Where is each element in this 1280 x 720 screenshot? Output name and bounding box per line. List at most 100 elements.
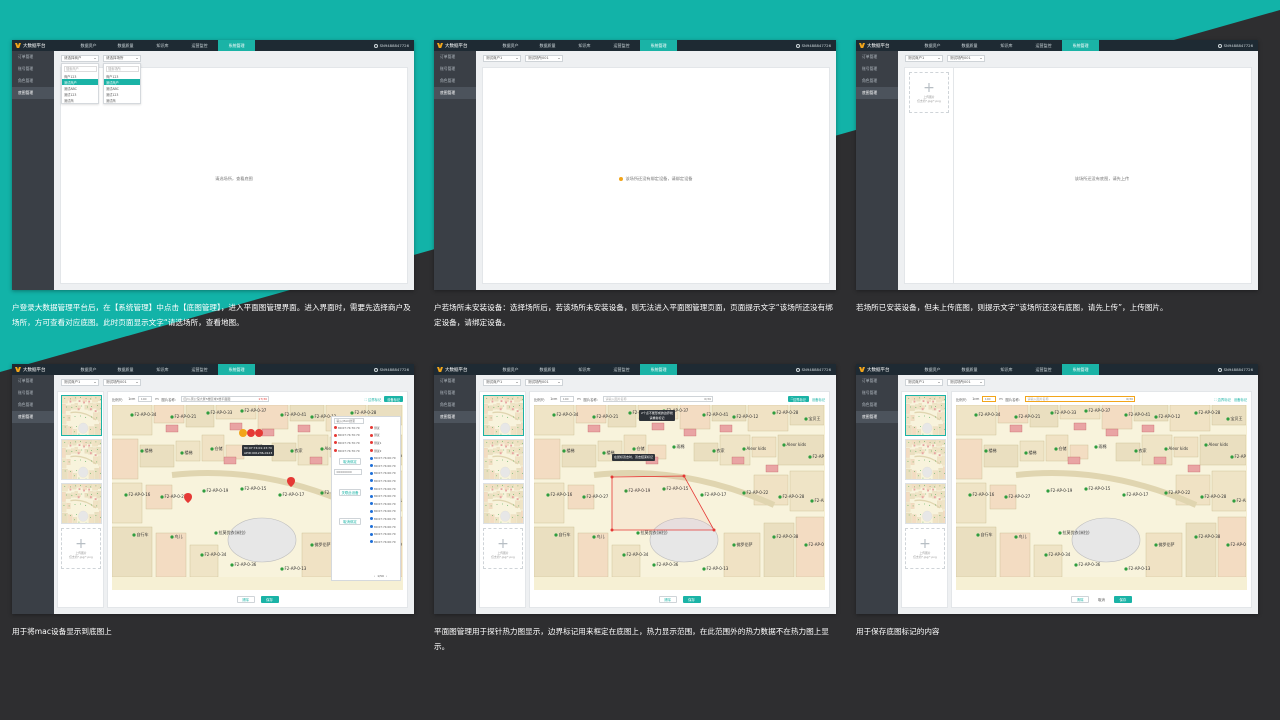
logo[interactable]: 大数据平台 [856, 364, 914, 375]
sidebar-item-accounts[interactable]: 账号管理 [434, 387, 476, 399]
list-item[interactable]: 80:07:74:00:70 [370, 454, 400, 462]
basemap-thumbnail[interactable] [483, 483, 524, 524]
venue-select[interactable]: 测试场所001 [525, 379, 563, 386]
list-item[interactable]: 80:07:74:70:70 [334, 439, 364, 447]
sidebar-item-basemap[interactable]: 底图管理 [434, 87, 476, 99]
nav-data-assets[interactable]: 数据资产 [914, 364, 951, 375]
sidebar-item-accounts[interactable]: 账号管理 [856, 63, 898, 75]
heat-boundary-polygon[interactable] [534, 405, 824, 577]
bind-device-button[interactable]: 关联此设备 [339, 489, 361, 497]
cancel-bind-button[interactable]: 取消绑定 [339, 518, 361, 526]
clear-button[interactable]: 清除 [1071, 596, 1090, 603]
nav-data-quality[interactable]: 数据质量 [107, 364, 144, 375]
image-name-input[interactable]: 请输入图片名称 0/30 [1025, 396, 1136, 402]
sidebar-item-accounts[interactable]: 账号管理 [12, 63, 54, 75]
sidebar-item-accounts[interactable]: 账号管理 [12, 387, 54, 399]
nav-system-admin[interactable]: 系统管理 [640, 40, 677, 51]
nav-ops-monitor[interactable]: 运营监控 [1025, 364, 1062, 375]
sidebar-item-roles[interactable]: 角色管理 [856, 75, 898, 87]
nav-data-assets[interactable]: 数据资产 [492, 364, 529, 375]
basemap-thumbnail[interactable] [61, 395, 102, 436]
sidebar-item-orders[interactable]: 订单管理 [856, 51, 898, 63]
user-menu[interactable]: SN9488847726 [1217, 43, 1258, 48]
logo[interactable]: 大数据平台 [12, 40, 70, 51]
merchant-select[interactable]: 测试商户1 [905, 379, 943, 386]
nav-system-admin[interactable]: 系统管理 [1062, 364, 1099, 375]
list-item[interactable]: 80:07:74:00:70 [370, 515, 400, 523]
user-menu[interactable]: SN9488847726 [1217, 367, 1258, 372]
device-mark-button[interactable]: 设备标记 [384, 396, 403, 402]
venue-select[interactable]: 请选择场所 [103, 55, 141, 62]
merchant-select[interactable]: 测试商户1 [61, 379, 99, 386]
list-item[interactable]: 80:07:74:00:70 [370, 477, 400, 485]
list-item[interactable]: 80:07:74:00:70 [370, 508, 400, 516]
sidebar-item-roles[interactable]: 角色管理 [856, 399, 898, 411]
sidebar-item-orders[interactable]: 订单管理 [434, 51, 476, 63]
nav-system-admin[interactable]: 系统管理 [640, 364, 677, 375]
nav-data-quality[interactable]: 数据质量 [951, 40, 988, 51]
scale-input[interactable]: 100 [138, 396, 153, 402]
image-name-input[interactable]: 请输入图片名称 0/30 [603, 396, 714, 402]
sidebar-item-accounts[interactable]: 账号管理 [856, 387, 898, 399]
device-mark-link[interactable]: 设备标记 [1234, 397, 1247, 402]
basemap-thumbnail[interactable] [61, 439, 102, 480]
save-button[interactable]: 保存 [260, 596, 279, 603]
chevron-right-icon[interactable]: › [386, 574, 387, 578]
venue-select[interactable]: 测试场所001 [947, 55, 985, 62]
venue-select[interactable]: 测试场所001 [103, 379, 141, 386]
sidebar-item-basemap[interactable]: 底图管理 [12, 87, 54, 99]
nav-ops-monitor[interactable]: 运营监控 [181, 40, 218, 51]
sidebar-item-orders[interactable]: 订单管理 [856, 375, 898, 387]
basemap-thumbnail[interactable] [905, 439, 946, 480]
upload-image-button[interactable]: + 上传图片 仅支持*.jpg/*.png [905, 528, 945, 569]
nav-data-quality[interactable]: 数据质量 [529, 40, 566, 51]
nav-ops-monitor[interactable]: 运营监控 [1025, 40, 1062, 51]
list-item[interactable]: 80:07:74:00:70 [370, 500, 400, 508]
upload-image-button[interactable]: + 上传图片 仅支持*.jpg/*.png [61, 528, 101, 569]
nav-system-admin[interactable]: 系统管理 [218, 364, 255, 375]
sidebar-item-orders[interactable]: 订单管理 [434, 375, 476, 387]
boundary-mark-link[interactable]: ⛶ 边界标记 [365, 397, 382, 402]
nav-data-assets[interactable]: 数据资产 [70, 40, 107, 51]
nav-ops-monitor[interactable]: 运营监控 [603, 364, 640, 375]
list-item[interactable]: 80:07:74:00:70 [370, 523, 400, 531]
list-item[interactable]: 测试 [370, 424, 400, 432]
list-item[interactable]: 80:07:74:00:70 [370, 485, 400, 493]
scale-input[interactable]: 100 [982, 396, 997, 402]
dropdown-option[interactable]: 测试商 [104, 97, 140, 103]
cancel-button[interactable]: 取消 [1095, 596, 1108, 603]
nav-system-admin[interactable]: 系统管理 [218, 40, 255, 51]
basemap-thumbnail[interactable] [905, 483, 946, 524]
list-item[interactable]: 80:07:74:70:70 [334, 424, 364, 432]
device-mark-link[interactable]: 设备标记 [812, 397, 825, 402]
sidebar-item-orders[interactable]: 订单管理 [12, 375, 54, 387]
merchant-select[interactable]: 测试商户1 [483, 55, 521, 62]
sidebar-item-basemap[interactable]: 底图管理 [12, 411, 54, 423]
nav-knowledge[interactable]: 知识库 [988, 40, 1025, 51]
map-pin-icon[interactable] [184, 493, 192, 503]
chevron-left-icon[interactable]: ‹ [374, 574, 375, 578]
sidebar-item-roles[interactable]: 角色管理 [12, 75, 54, 87]
mac-input[interactable]: 00000000 [334, 469, 362, 476]
nav-ops-monitor[interactable]: 运营监控 [603, 40, 640, 51]
map-pin-icon[interactable] [287, 477, 295, 487]
image-name-input[interactable]: 四川-唐公馆大厦5楼区域2楼平面图 17/30 [181, 396, 270, 402]
clear-button[interactable]: 清除 [236, 596, 255, 603]
list-item[interactable]: 测试 [370, 432, 400, 440]
sidebar-item-roles[interactable]: 角色管理 [434, 399, 476, 411]
user-menu[interactable]: SN9488847726 [795, 367, 836, 372]
nav-ops-monitor[interactable]: 运营监控 [181, 364, 218, 375]
merchant-select[interactable]: 请选择商户 [61, 55, 99, 62]
nav-data-assets[interactable]: 数据资产 [914, 40, 951, 51]
user-menu[interactable]: SN9488847726 [373, 367, 414, 372]
nav-knowledge[interactable]: 知识库 [988, 364, 1025, 375]
nav-knowledge[interactable]: 知识库 [144, 40, 181, 51]
basemap-thumbnail[interactable] [483, 395, 524, 436]
nav-knowledge[interactable]: 知识库 [566, 364, 603, 375]
logo[interactable]: 大数据平台 [434, 40, 492, 51]
list-item[interactable]: 80:07:74:00:70 [370, 470, 400, 478]
upload-image-button[interactable]: + 上传图片 仅支持*.jpg/*.png [909, 72, 949, 113]
merchant-select[interactable]: 测试商户1 [905, 55, 943, 62]
nav-data-assets[interactable]: 数据资产 [492, 40, 529, 51]
floor-plan-map[interactable]: F2-AP-0-34 F2-AP-0-21 F2-AP-0-33 F2-AP-0-37… [956, 405, 1247, 590]
